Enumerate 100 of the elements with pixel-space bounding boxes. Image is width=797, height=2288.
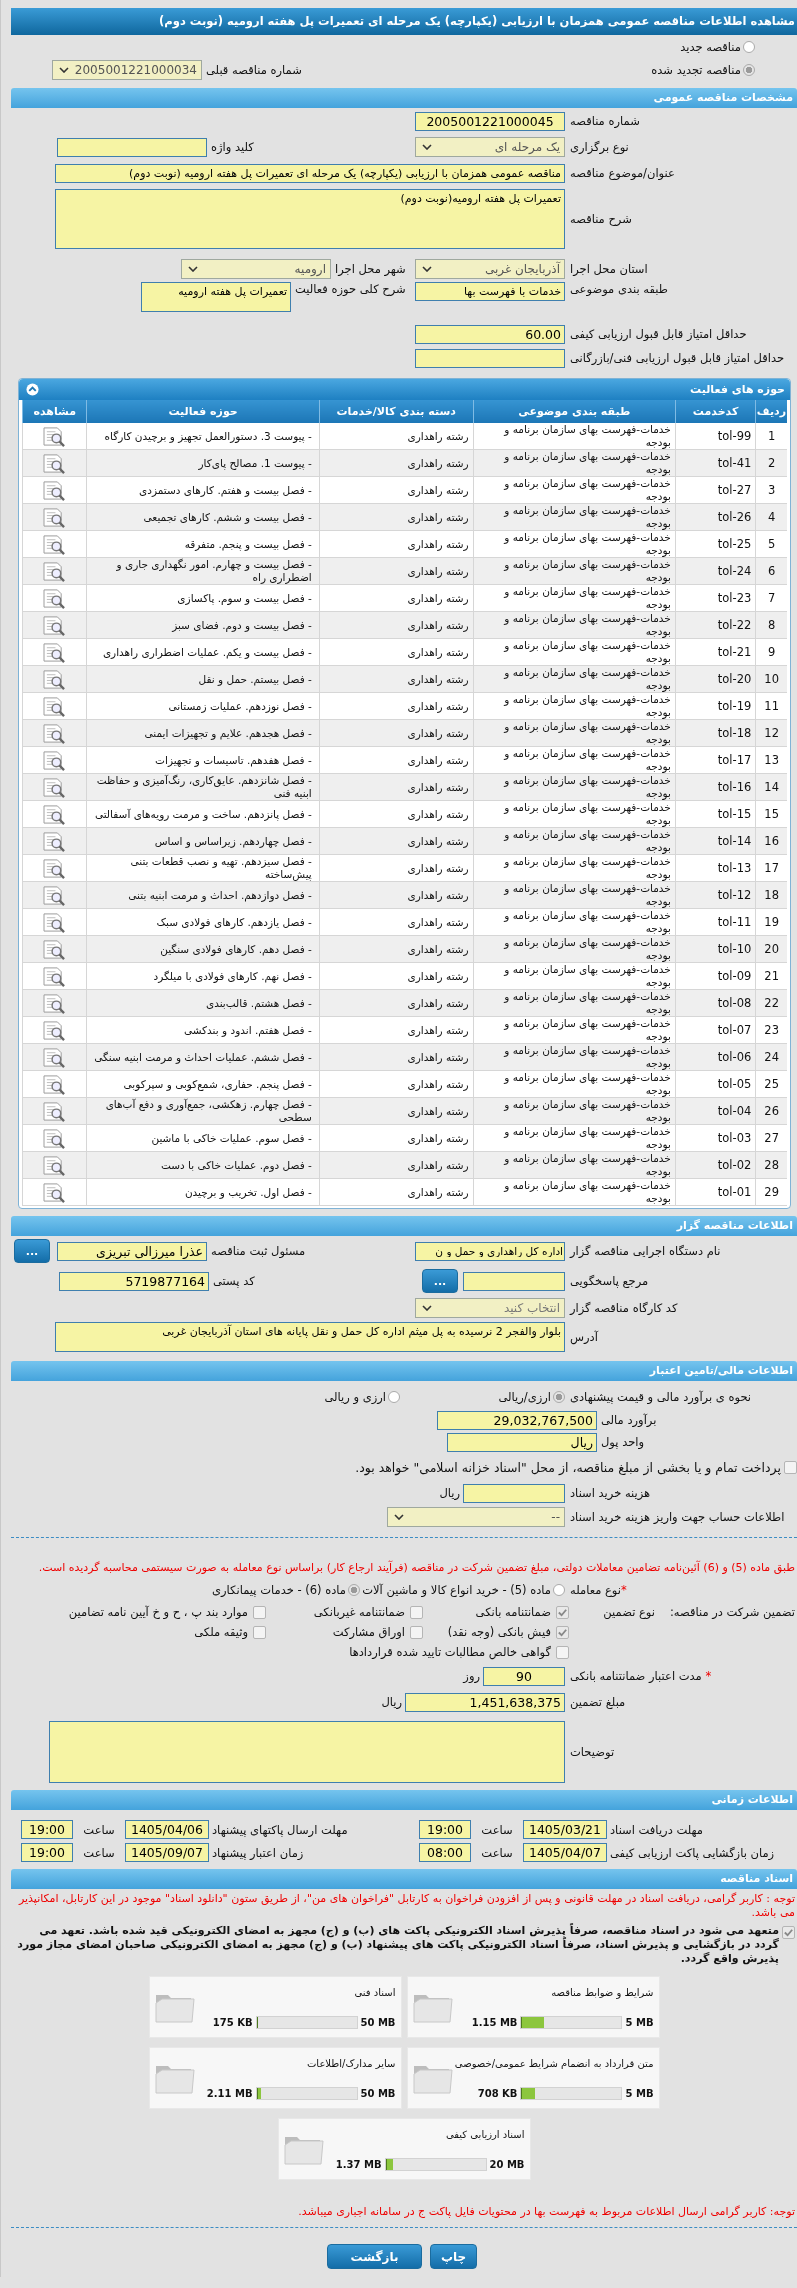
document-search-icon[interactable] [42,992,68,1014]
estimate-field[interactable]: 29,032,767,500 [437,1410,597,1430]
document-search-icon[interactable] [42,911,68,933]
checkbox[interactable] [410,1605,423,1619]
radio-button[interactable] [743,63,755,76]
print-button[interactable]: چاپ [430,2244,477,2269]
document-search-icon[interactable] [42,533,68,555]
table-cell: خدمات-فهرست بهای سازمان برنامه و بودجه [473,1097,676,1125]
score-field[interactable] [415,348,565,368]
subject-field[interactable]: مناقصه عمومی همزمان با ارزیابی (یکپارچه) یک مرحله ای تعمیرات پل هفته ارومیه (نوبت دوم) [55,163,565,183]
checkbox[interactable] [782,1926,795,1939]
select-field[interactable]: 2005001221000034 [52,59,202,80]
time-field[interactable]: 19:00 [21,1843,73,1862]
document-search-icon[interactable] [42,884,68,906]
document-search-icon[interactable] [42,614,68,636]
checkbox[interactable] [556,1625,569,1639]
document-search-icon[interactable] [42,1046,68,1068]
radio-button[interactable] [743,40,755,53]
time-field[interactable]: 19:00 [21,1820,73,1839]
document-search-icon[interactable] [42,641,68,663]
document-search-icon[interactable] [42,1073,68,1095]
checkbox[interactable] [556,1645,569,1659]
date-field[interactable]: 1405/04/06 [125,1820,209,1839]
checkbox[interactable] [253,1625,266,1639]
document-search-icon[interactable] [42,506,68,528]
validity-field[interactable]: 90 [483,1666,565,1686]
select-field[interactable]: -- [387,1507,565,1527]
checkbox[interactable] [253,1605,266,1619]
notes-field[interactable] [49,1721,565,1783]
field-label: ساعت [480,1845,514,1860]
back-button[interactable]: بازگشت [327,2244,422,2269]
collapse-icon[interactable] [26,383,39,396]
table-cell: - فصل دوازدهم. احداث و مرمت ابنیه بتنی [86,881,320,909]
select-field[interactable]: انتخاب کنید [415,1298,565,1318]
document-search-icon[interactable] [42,749,68,771]
table-cell: 5 [755,530,787,558]
time-field[interactable]: 19:00 [419,1820,471,1839]
reference-field[interactable] [463,1271,565,1291]
date-field[interactable]: 1405/09/07 [125,1843,209,1862]
table-cell: رشته راهداری [319,1043,474,1071]
option-label: مناقصه جدید [680,39,741,54]
description-field[interactable]: تعمیرات پل هفته ارومیه(نوبت دوم) [55,189,565,249]
radio-button[interactable] [388,1391,400,1403]
keyword-field[interactable] [57,137,207,157]
document-search-icon[interactable] [42,425,68,447]
document-search-icon[interactable] [42,1154,68,1176]
page-title: مشاهده اطلاعات مناقصه عمومی همزمان با ارزیابی (یکپارچه) یک مرحله ای تعمیرات پل هفته ارومیه (نوبت دوم) [11,8,797,35]
radio-button[interactable] [553,1391,565,1403]
checkbox[interactable] [556,1605,569,1619]
document-search-icon[interactable] [42,1127,68,1149]
date-field[interactable]: 1405/04/07 [523,1843,607,1862]
document-search-icon[interactable] [42,938,68,960]
document-search-icon[interactable] [42,452,68,474]
document-search-icon[interactable] [42,1181,68,1203]
document-search-icon[interactable] [42,830,68,852]
radio-button[interactable] [348,1584,360,1596]
table-cell: - فصل بیست و یکم. عملیات اضطراری راهداری [86,638,320,666]
document-search-icon[interactable] [42,857,68,879]
tender-number-field[interactable]: 2005001221000045 [415,111,565,131]
table-cell: رشته راهداری [319,1151,474,1179]
document-search-icon[interactable] [42,695,68,717]
select-field[interactable]: یک مرحله ای [415,137,565,157]
document-search-icon[interactable] [42,1100,68,1122]
table-cell: رشته راهداری [319,1016,474,1044]
checkbox[interactable] [784,1460,797,1474]
address-field[interactable]: بلوار والفجر 2 نرسیده به پل میثم اداره کل حمل و نقل پایانه های استان آذربایجان غربی [55,1322,565,1352]
table-cell: tol-09 [675,962,756,990]
document-search-icon[interactable] [42,722,68,744]
document-search-icon[interactable] [42,965,68,987]
organization-field[interactable]: اداره کل راهداری و حمل و ن [415,1241,565,1261]
checkbox-label: ضمانتنامه بانکی [475,1605,551,1619]
document-search-icon[interactable] [42,560,68,582]
document-search-icon[interactable] [42,587,68,609]
document-search-icon[interactable] [42,803,68,825]
select-field[interactable]: آذربایجان غربی [415,259,565,279]
table-cell: tol-17 [675,746,756,774]
browse-button[interactable]: ... [422,1269,458,1293]
postal-code-field[interactable]: 5719877164 [59,1271,209,1291]
document-search-icon[interactable] [42,479,68,501]
select-field[interactable]: ارومیه [181,259,331,279]
activity-summary-field[interactable]: تعمیرات پل هفته ارومیه [141,282,291,312]
table-cell: - فصل پنجم. حفاری، شمع‌کوبی و سپرکوبی [86,1070,320,1098]
document-search-icon[interactable] [42,668,68,690]
score-field[interactable]: 60.00 [415,324,565,344]
browse-button[interactable]: ... [14,1239,50,1263]
document-search-icon[interactable] [42,1019,68,1041]
guarantee-amount-field[interactable]: 1,451,638,375 [405,1692,565,1712]
radio-button[interactable] [553,1584,565,1596]
document-search-icon[interactable] [42,776,68,798]
table-cell: رشته راهداری [319,692,474,720]
document-fee-field[interactable] [463,1483,565,1503]
currency-field[interactable]: ریال [447,1432,597,1452]
time-field[interactable]: 08:00 [419,1843,471,1862]
file-size: 1.15 MB [471,2017,518,2028]
date-field[interactable]: 1405/03/21 [523,1820,607,1839]
table-cell: tol-11 [675,908,756,936]
category-field[interactable]: خدمات با فهرست بها [415,282,565,301]
checkbox[interactable] [410,1625,423,1639]
registrar-field[interactable]: عذرا میرزالی تبریزی [57,1241,207,1261]
table-cell: - فصل اول. تخریب و برچیدن [86,1178,320,1206]
